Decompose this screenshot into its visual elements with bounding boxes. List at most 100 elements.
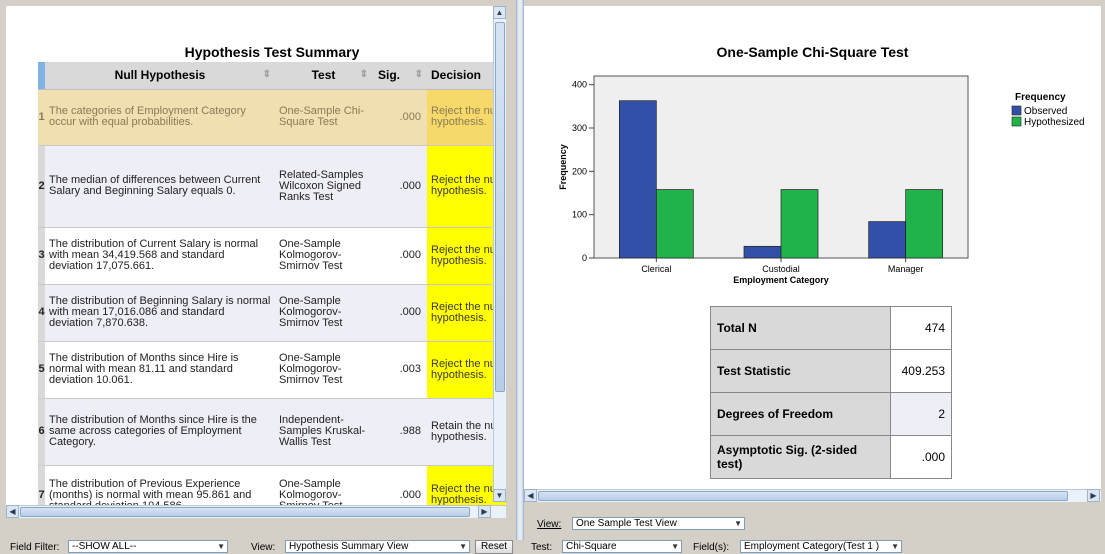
- legend-entry-hypothesized: Hypothesized: [1024, 117, 1085, 128]
- chevron-down-icon[interactable]: ▼: [671, 541, 679, 552]
- test-cell: One-Sample Kolmogorov-Smirnov Test: [275, 341, 372, 399]
- scroll-thumb[interactable]: [495, 22, 505, 392]
- y-tick-label: 0: [582, 253, 587, 263]
- col-null-hypothesis[interactable]: Null Hypothesis ⇕: [45, 62, 275, 90]
- stats-row: Test Statistic 409.253: [710, 349, 952, 393]
- sort-icon[interactable]: ⇕: [263, 69, 271, 80]
- chevron-down-icon[interactable]: ▼: [734, 518, 742, 529]
- reset-button[interactable]: Reset: [475, 540, 513, 554]
- y-axis-label: Frequency: [558, 144, 568, 190]
- summary-view-select[interactable]: Hypothesis Summary View ▼: [285, 540, 470, 553]
- bar-chart: 0 100 200 300 400 Clerical Custodial Manager Emp…: [558, 75, 1085, 285]
- y-tick-label: 400: [572, 80, 587, 90]
- sig-cell: .988: [372, 398, 427, 466]
- view-label: View:: [251, 542, 276, 553]
- summary-view-value: Hypothesis Summary View: [289, 541, 409, 552]
- stats-value: 409.253: [890, 349, 952, 393]
- fields-label: Field(s):: [693, 542, 730, 553]
- bar-hypothesized-manager: [905, 189, 944, 259]
- corner-cell: [38, 62, 45, 90]
- table-row[interactable]: 4 The distribution of Beginning Salary is…: [38, 284, 506, 342]
- scroll-left-icon[interactable]: ◀: [524, 489, 537, 502]
- null-hypothesis-cell: The categories of Employment Category oc…: [45, 89, 275, 146]
- y-tick-label: 300: [572, 123, 587, 133]
- hypothesis-summary-title: Hypothesis Test Summary: [184, 44, 360, 60]
- stats-key: Asymptotic Sig. (2-sided test): [710, 435, 891, 479]
- left-vertical-scrollbar[interactable]: ▲ ▼: [493, 6, 506, 502]
- hypothesis-table: Null Hypothesis ⇕ Test ⇕ Sig. ⇕ Decision ⇕ 1…: [38, 62, 506, 518]
- null-hypothesis-cell: The distribution of Current Salary is no…: [45, 227, 275, 285]
- table-row[interactable]: 5 The distribution of Months since Hire i…: [38, 341, 506, 399]
- legend-title: Frequency: [1015, 92, 1066, 103]
- bar-observed-manager: [868, 221, 907, 259]
- stats-table: Total N 474 Test Statistic 409.253 Degrees o…: [710, 306, 952, 479]
- row-number: 6: [38, 398, 45, 466]
- legend-entry-observed: Observed: [1024, 106, 1067, 117]
- test-select[interactable]: Chi-Square ▼: [562, 540, 682, 553]
- sig-cell: .000: [372, 145, 427, 228]
- stats-key: Test Statistic: [710, 349, 891, 393]
- sig-cell: .003: [372, 341, 427, 399]
- stats-row: Degrees of Freedom 2: [710, 392, 952, 436]
- test-cell: Independent-Samples Kruskal-Wallis Test: [275, 398, 372, 466]
- sort-icon[interactable]: ⇕: [415, 69, 423, 80]
- stats-key: Total N: [710, 306, 891, 350]
- row-number: 3: [38, 227, 45, 285]
- null-hypothesis-cell: The distribution of Months since Hire is…: [45, 398, 275, 466]
- y-tick-label: 100: [572, 210, 587, 220]
- bar-observed-clerical: [618, 100, 657, 259]
- legend-swatch-hypothesized: [1011, 116, 1022, 127]
- table-row[interactable]: 1 The categories of Employment Category o…: [38, 89, 506, 146]
- test-cell: One-Sample Kolmogorov-Smirnov Test: [275, 284, 372, 342]
- col-test[interactable]: Test ⇕: [275, 62, 372, 90]
- table-row[interactable]: 2 The median of differences between Curre…: [38, 145, 506, 228]
- scroll-thumb[interactable]: [538, 491, 1068, 501]
- scroll-down-icon[interactable]: ▼: [493, 489, 506, 502]
- x-tick-label: Custodial: [762, 264, 800, 274]
- col-label: Null Hypothesis: [114, 68, 206, 83]
- test-cell: Related-Samples Wilcoxon Signed Ranks Te…: [275, 145, 372, 228]
- chevron-down-icon[interactable]: ▼: [217, 541, 225, 552]
- scroll-left-icon[interactable]: ◀: [6, 505, 19, 518]
- table-row[interactable]: 3 The distribution of Current Salary is n…: [38, 227, 506, 285]
- view-select[interactable]: One Sample Test View ▼: [572, 517, 745, 530]
- view-label: View:: [537, 519, 562, 530]
- scroll-thumb[interactable]: [20, 507, 470, 517]
- row-number: 5: [38, 341, 45, 399]
- col-label: Test: [311, 68, 336, 83]
- test-cell: One-Sample Kolmogorov-Smirnov Test: [275, 227, 372, 285]
- bar-hypothesized-clerical: [655, 189, 694, 259]
- x-axis-label: Employment Category: [733, 275, 829, 285]
- left-horizontal-scrollbar[interactable]: ◀ ▶: [6, 505, 506, 518]
- col-sig[interactable]: Sig. ⇕: [372, 62, 427, 90]
- x-tick-label: Clerical: [641, 264, 671, 274]
- sig-cell: .000: [372, 284, 427, 342]
- chevron-down-icon[interactable]: ▼: [891, 541, 899, 552]
- legend-swatch-observed: [1011, 105, 1022, 116]
- field-filter-select[interactable]: --SHOW ALL-- ▼: [68, 540, 228, 553]
- status-bar: Field Filter: --SHOW ALL-- ▼ View: Hypoth…: [0, 540, 1105, 554]
- test-value: Chi-Square: [566, 541, 617, 552]
- fields-value: Employment Category(Test 1 ): [744, 541, 880, 552]
- sort-icon[interactable]: ⇕: [360, 69, 368, 80]
- test-cell: One-Sample Chi-Square Test: [275, 89, 372, 146]
- field-filter-value: --SHOW ALL--: [72, 541, 137, 552]
- right-horizontal-scrollbar[interactable]: ◀ ▶: [524, 489, 1101, 502]
- scroll-right-icon[interactable]: ▶: [478, 505, 491, 518]
- chi-square-title: One-Sample Chi-Square Test: [716, 44, 909, 60]
- test-label: Test:: [531, 542, 553, 553]
- y-tick-label: 200: [572, 166, 587, 176]
- col-label: Decision: [431, 68, 482, 83]
- scroll-right-icon[interactable]: ▶: [1087, 489, 1100, 502]
- row-number: 4: [38, 284, 45, 342]
- sig-cell: .000: [372, 89, 427, 146]
- fields-select[interactable]: Employment Category(Test 1 ) ▼: [740, 540, 902, 553]
- view-value: One Sample Test View: [576, 518, 677, 529]
- table-row[interactable]: 6 The distribution of Months since Hire i…: [38, 398, 506, 466]
- hypothesis-summary-pane: Hypothesis Test Summary Null Hypothesis ⇕…: [6, 6, 506, 518]
- chi-square-pane: One-Sample Chi-Square Test 0 100 200 300 400…: [524, 6, 1101, 502]
- pane-splitter[interactable]: [516, 0, 524, 540]
- chevron-down-icon[interactable]: ▼: [459, 541, 467, 552]
- bar-hypothesized-custodial: [780, 189, 819, 259]
- scroll-up-icon[interactable]: ▲: [493, 6, 506, 19]
